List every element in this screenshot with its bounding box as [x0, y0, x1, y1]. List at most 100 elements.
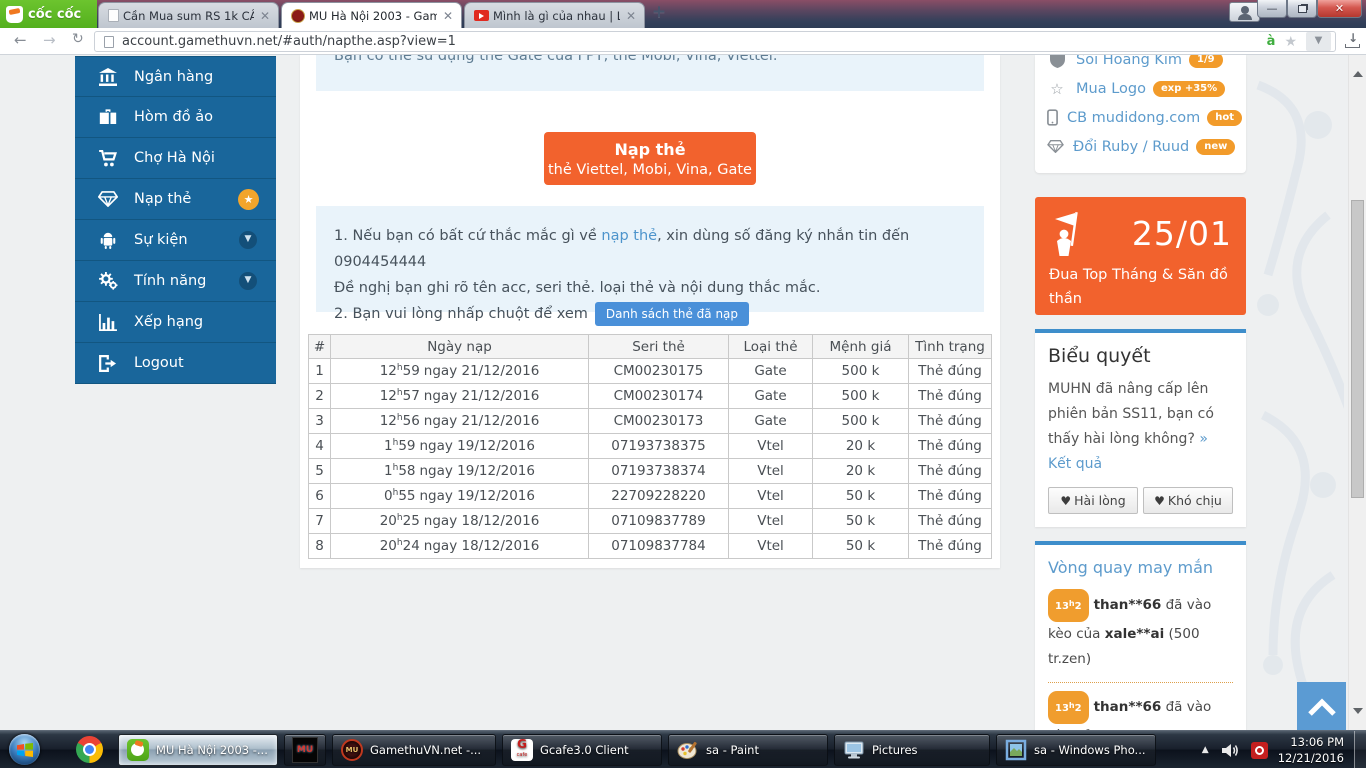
- sidebar-item-logout[interactable]: Logout: [75, 343, 276, 384]
- page-viewport: Ngân hàng Hòm đồ ảo Chợ Hà Nội Nạp thẻ ★…: [0, 55, 1366, 730]
- link-cb-mudidong[interactable]: CB mudidong.com hot: [1047, 103, 1234, 132]
- taskbar-button-gamethuvn[interactable]: MU GamethuVN.net -...: [332, 734, 496, 766]
- link-soi-hoang-kim[interactable]: Sói Hoàng Kim 1/9: [1047, 55, 1234, 74]
- tab-close-icon[interactable]: ✕: [258, 9, 272, 23]
- link-doi-ruby[interactable]: Đổi Ruby / Ruud new: [1047, 132, 1234, 161]
- taskbar-button-paint[interactable]: sa - Paint: [668, 734, 828, 766]
- reload-button[interactable]: ↻: [72, 31, 84, 47]
- coccoc-logo[interactable]: cốc cốc: [0, 0, 97, 28]
- shield-icon: [1047, 55, 1067, 68]
- sidebar-item-hom-do-ao[interactable]: Hòm đồ ảo: [75, 97, 276, 138]
- bookmark-star-icon[interactable]: ★: [1284, 34, 1297, 50]
- col-type: Loại thẻ: [729, 335, 813, 359]
- sidebar-item-label: Hòm đồ ảo: [134, 109, 213, 125]
- profile-button[interactable]: [1229, 2, 1260, 22]
- restore-button[interactable]: [1287, 0, 1317, 18]
- time-badge: 13h2: [1048, 691, 1089, 724]
- downloads-icon[interactable]: [1344, 33, 1360, 49]
- taskbar-button-gcafe[interactable]: Gcafe Gcafe3.0 Client: [502, 734, 662, 766]
- event-banner[interactable]: 25/01 Đua Top Tháng & Săn đồ thần: [1035, 197, 1246, 315]
- tab-close-icon[interactable]: ✕: [441, 9, 455, 23]
- table-row: 8 20h24ngay 18/12/2016 07109837784Vtel50…: [309, 534, 992, 559]
- tray-expand-icon[interactable]: ▲: [1202, 745, 1209, 755]
- lucky-feed-item: 13h2than**66 đã vào kèo của xale**ai (50…: [1048, 683, 1233, 730]
- forward-button[interactable]: →: [43, 31, 56, 49]
- taskbar-button-label: sa - Paint: [706, 743, 759, 757]
- vietnamese-typing-icon[interactable]: à: [1267, 34, 1276, 49]
- browser-tab-3[interactable]: Mình là gì của nhau | Lou ✕: [464, 2, 645, 28]
- tab-close-icon[interactable]: ✕: [624, 9, 638, 23]
- card-list-button[interactable]: Danh sách thẻ đã nạp: [595, 302, 749, 326]
- flag-bearer-icon: [1049, 210, 1089, 256]
- sidebar-item-nap-the[interactable]: Nạp thẻ ★: [75, 179, 276, 220]
- chrome-taskbar-icon[interactable]: [76, 736, 103, 763]
- taskbar-button-label: sa - Windows Pho...: [1034, 743, 1146, 757]
- address-bar[interactable]: à ★ ▼: [94, 31, 1336, 52]
- scroll-to-top-button[interactable]: [1297, 682, 1346, 730]
- event-date: 25/01: [1132, 214, 1232, 253]
- scrollbar-down-arrow[interactable]: [1353, 708, 1363, 714]
- link-mua-logo[interactable]: ☆ Mua Logo exp +35%: [1047, 74, 1234, 103]
- taskbar-button-pictures[interactable]: Pictures: [834, 734, 990, 766]
- mu-favicon: [291, 9, 305, 23]
- note-line-3: 2. Bạn vui lòng nhấp chuột để xemDanh sá…: [334, 301, 966, 327]
- briefcase-icon: [95, 109, 121, 126]
- sidebar-item-cho-ha-noi[interactable]: Chợ Hà Nội: [75, 138, 276, 179]
- taskbar-button-mu-client[interactable]: MU: [284, 734, 326, 766]
- recharge-card-button[interactable]: Nạp thẻ thẻ Viettel, Mobi, Vina, Gate: [544, 132, 756, 185]
- sidebar-menu: Ngân hàng Hòm đồ ảo Chợ Hà Nội Nạp thẻ ★…: [75, 56, 276, 384]
- table-header-row: # Ngày nạp Seri thẻ Loại thẻ Mệnh giá Tì…: [309, 335, 992, 359]
- browser-tab-2-active[interactable]: MU Hà Nội 2003 - Gametl ✕: [281, 2, 462, 28]
- scrollbar-thumb[interactable]: [1351, 200, 1364, 498]
- sidebar-item-label: Nạp thẻ: [134, 191, 191, 207]
- taskbar-button-label: Pictures: [872, 743, 918, 757]
- windows-taskbar: MU Hà Nội 2003 -... MU MU GamethuVN.net …: [0, 730, 1366, 768]
- taskbar-button-photo-viewer[interactable]: sa - Windows Pho...: [996, 734, 1156, 766]
- sidebar-item-tinh-nang[interactable]: Tính năng ▼: [75, 261, 276, 302]
- sidebar-item-xep-hang[interactable]: Xếp hạng: [75, 302, 276, 343]
- taskbar-button-coccoc[interactable]: MU Hà Nội 2003 -...: [118, 734, 278, 766]
- quick-links-panel: Sói Hoàng Kim 1/9 ☆ Mua Logo exp +35% CB…: [1035, 55, 1246, 173]
- recharge-history-table: # Ngày nạp Seri thẻ Loại thẻ Mệnh giá Tì…: [308, 334, 992, 559]
- start-button[interactable]: [9, 734, 40, 765]
- table-row: 7 20h25ngay 18/12/2016 07109837789Vtel50…: [309, 509, 992, 534]
- browser-tab-1[interactable]: Cần Mua sum RS 1k CẤc a ✕: [98, 2, 279, 28]
- sidebar-item-ngan-hang[interactable]: Ngân hàng: [75, 56, 276, 97]
- taskbar-clock[interactable]: 13:06 PM 12/21/2016: [1278, 734, 1344, 766]
- poll-dislike-button[interactable]: ♥Khó chịu: [1143, 487, 1233, 514]
- browser-tab-strip: cốc cốc Cần Mua sum RS 1k CẤc a ✕ MU Hà …: [0, 0, 1366, 28]
- back-button[interactable]: ←: [14, 31, 27, 49]
- diamond-outline-icon: [1047, 140, 1064, 153]
- count-badge: 1/9: [1189, 55, 1223, 68]
- show-desktop-button[interactable]: [1354, 731, 1366, 768]
- table-row: 3 12h56ngay 21/12/2016 CM00230173Gate500…: [309, 409, 992, 434]
- close-button[interactable]: ✕: [1317, 0, 1362, 18]
- napthe-link[interactable]: nạp thẻ: [601, 228, 657, 244]
- sidebar-item-su-kien[interactable]: Sự kiện ▼: [75, 220, 276, 261]
- browser-scrollbar[interactable]: [1348, 55, 1366, 730]
- new-tab-button[interactable]: +: [648, 4, 670, 22]
- clock-date: 12/21/2016: [1278, 750, 1344, 766]
- hot-badge: hot: [1207, 110, 1242, 126]
- col-seri: Seri thẻ: [589, 335, 729, 359]
- page-icon: [104, 36, 114, 48]
- lucky-wheel-title[interactable]: Vòng quay may mắn: [1048, 558, 1233, 577]
- volume-icon[interactable]: [1222, 743, 1239, 758]
- url-input[interactable]: [122, 34, 1267, 49]
- scrollbar-up-arrow[interactable]: [1353, 71, 1363, 77]
- chevron-down-icon: ▼: [239, 272, 257, 290]
- youtube-favicon: [474, 10, 489, 21]
- chevron-down-icon: ▼: [239, 231, 257, 249]
- recharge-button-title: Nạp thẻ: [544, 140, 756, 159]
- col-value: Mệnh giá: [813, 335, 909, 359]
- taskbar-button-label: GamethuVN.net -...: [370, 743, 481, 757]
- browser-toolbar: ← → ↻ à ★ ▼: [0, 28, 1366, 55]
- note-line-1: 1. Nếu bạn có bất cứ thắc mắc gì về nạp …: [334, 223, 966, 275]
- media-download-button[interactable]: ▼: [1306, 32, 1331, 51]
- tray-app-icon[interactable]: [1251, 742, 1268, 759]
- new-badge: new: [1196, 139, 1235, 155]
- minimize-button[interactable]: —: [1257, 0, 1287, 18]
- sidebar-item-label: Sự kiện: [134, 232, 188, 248]
- android-icon: [95, 231, 121, 249]
- poll-like-button[interactable]: ♥Hài lòng: [1048, 487, 1138, 514]
